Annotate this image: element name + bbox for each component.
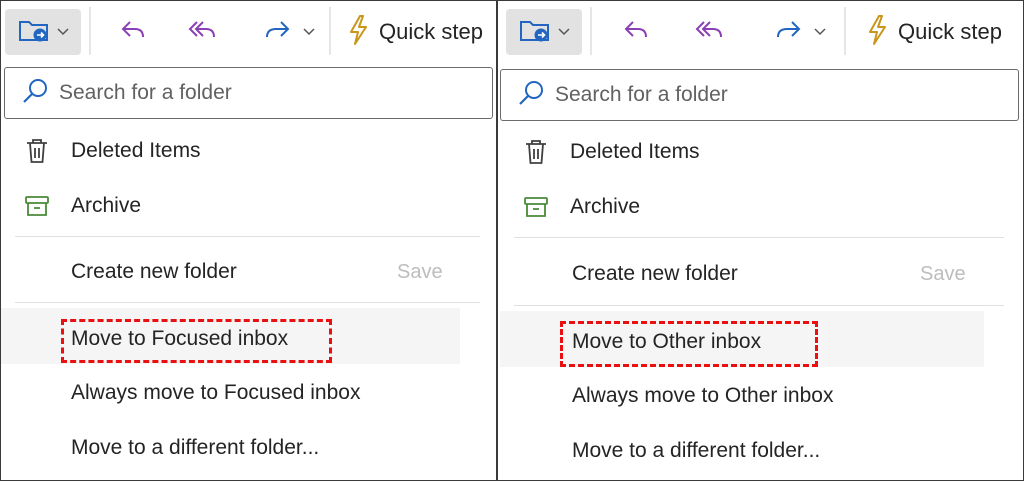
chevron-down-icon (303, 23, 315, 41)
lightning-icon (866, 14, 888, 51)
highlight-annotation (560, 321, 818, 367)
forward-icon (261, 17, 293, 48)
search-placeholder: Search for a folder (59, 81, 232, 104)
quick-steps-label: Quick step (898, 19, 1002, 44)
reply-button[interactable] (111, 9, 155, 55)
create-new-folder-item[interactable]: Create new folder (71, 260, 237, 284)
folder-search-input[interactable]: Search for a folder (500, 69, 1019, 121)
chevron-down-icon (814, 23, 826, 41)
folder-label: Archive (570, 195, 641, 218)
menu-divider (514, 237, 1004, 238)
save-button[interactable]: Save (397, 261, 443, 284)
folder-item-archive[interactable]: Archive (1, 184, 141, 228)
archive-icon (514, 194, 558, 220)
create-new-folder-item[interactable]: Create new folder (572, 262, 738, 286)
reply-all-button[interactable] (181, 9, 225, 55)
chevron-down-icon (558, 23, 570, 41)
move-menu-panel-left: Quick step Search for a folder Deleted I… (0, 0, 497, 481)
folder-move-icon (17, 16, 51, 49)
folder-item-archive[interactable]: Archive (500, 185, 640, 229)
folder-label: Deleted Items (570, 140, 700, 163)
reply-all-button[interactable] (688, 9, 732, 55)
menu-divider (514, 305, 1004, 306)
quick-steps-button[interactable]: Quick step (866, 9, 1002, 55)
archive-icon (15, 193, 59, 219)
move-to-different-folder-item[interactable]: Move to a different folder... (572, 439, 820, 463)
reply-icon (621, 17, 651, 48)
toolbar-divider (590, 7, 592, 55)
menu-divider (15, 236, 480, 237)
search-icon (517, 79, 545, 112)
folder-item-deleted-items[interactable]: Deleted Items (1, 129, 201, 173)
forward-button[interactable] (764, 9, 834, 55)
reply-button[interactable] (614, 9, 658, 55)
folder-item-deleted-items[interactable]: Deleted Items (500, 130, 700, 174)
toolbar: Quick step (1, 1, 496, 61)
toolbar: Quick step (498, 1, 1023, 61)
folder-move-icon (518, 16, 552, 49)
move-to-different-folder-item[interactable]: Move to a different folder... (71, 436, 319, 460)
toolbar-divider (89, 7, 91, 55)
reply-all-icon (693, 17, 727, 48)
folder-search-input[interactable]: Search for a folder (4, 67, 493, 119)
highlight-annotation (61, 319, 332, 363)
save-button[interactable]: Save (920, 263, 966, 286)
forward-icon (772, 17, 804, 48)
toolbar-divider (329, 7, 331, 55)
always-move-to-focused-inbox-item[interactable]: Always move to Focused inbox (71, 381, 360, 405)
folder-label: Deleted Items (71, 139, 201, 162)
forward-button[interactable] (253, 9, 323, 55)
move-menu-panel-right: Quick step Search for a folder Deleted I… (497, 0, 1024, 481)
quick-steps-label: Quick step (379, 19, 483, 44)
reply-all-icon (186, 17, 220, 48)
toolbar-divider (844, 7, 846, 55)
search-icon (21, 77, 49, 110)
search-placeholder: Search for a folder (555, 83, 728, 106)
trash-icon (514, 138, 558, 166)
chevron-down-icon (57, 23, 69, 41)
move-to-folder-button[interactable] (5, 9, 81, 55)
trash-icon (15, 137, 59, 165)
menu-divider (15, 302, 480, 303)
always-move-to-other-inbox-item[interactable]: Always move to Other inbox (572, 384, 833, 408)
lightning-icon (347, 14, 369, 51)
move-to-folder-button[interactable] (506, 9, 582, 55)
reply-icon (118, 17, 148, 48)
quick-steps-button[interactable]: Quick step (347, 9, 483, 55)
folder-label: Archive (71, 194, 142, 217)
